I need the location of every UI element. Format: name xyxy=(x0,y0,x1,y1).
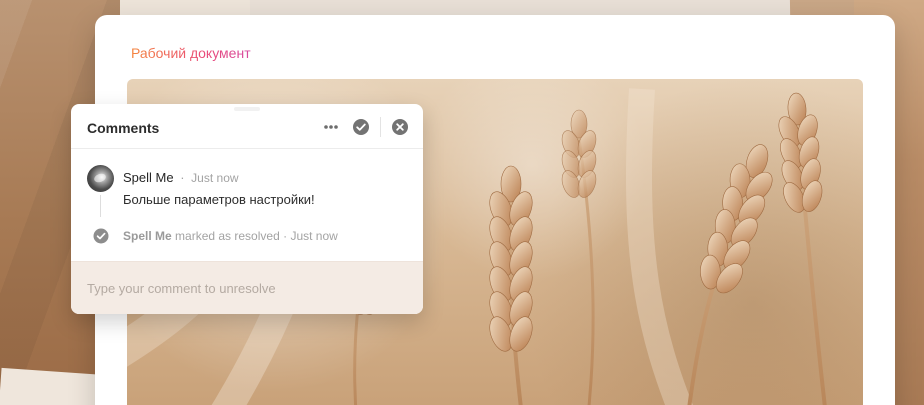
comment-time: Just now xyxy=(191,171,239,185)
more-horizontal-icon xyxy=(324,125,338,129)
close-button[interactable] xyxy=(391,118,409,136)
comment-author[interactable]: Spell Me xyxy=(123,170,174,185)
avatar[interactable] xyxy=(87,165,114,192)
resolved-user[interactable]: Spell Me xyxy=(123,229,172,243)
comments-header-actions xyxy=(322,117,409,137)
resolved-action: marked as resolved xyxy=(175,229,280,243)
comment-meta: Spell Me · Just now xyxy=(123,170,239,186)
resolved-separator: · xyxy=(283,229,288,243)
avatar-image-detail xyxy=(92,172,108,184)
resolved-time: Just now xyxy=(290,229,338,243)
check-circle-icon xyxy=(353,119,369,135)
close-circle-icon xyxy=(392,119,408,135)
more-options-button[interactable] xyxy=(322,118,340,136)
check-circle-icon xyxy=(93,228,109,244)
document-title[interactable]: Рабочий документ xyxy=(131,44,251,62)
comment-input[interactable] xyxy=(87,277,407,299)
comment-input-area xyxy=(71,261,423,314)
resolved-status-text: Spell Me marked as resolved · Just now xyxy=(123,228,338,244)
comment-time-separator: · xyxy=(180,170,185,185)
comment-thread: Spell Me · Just now Больше параметров на… xyxy=(71,150,423,261)
thread-line xyxy=(100,195,101,217)
comments-title: Comments xyxy=(87,120,160,136)
resolved-status-row: Spell Me marked as resolved · Just now xyxy=(93,228,338,244)
comment-text: Больше параметров настройки! xyxy=(123,192,315,207)
comments-header: Comments xyxy=(71,104,423,149)
resolve-button[interactable] xyxy=(352,118,370,136)
header-divider xyxy=(380,117,381,137)
comments-panel: Comments Spell Me · Just now Больше пара… xyxy=(71,104,423,314)
